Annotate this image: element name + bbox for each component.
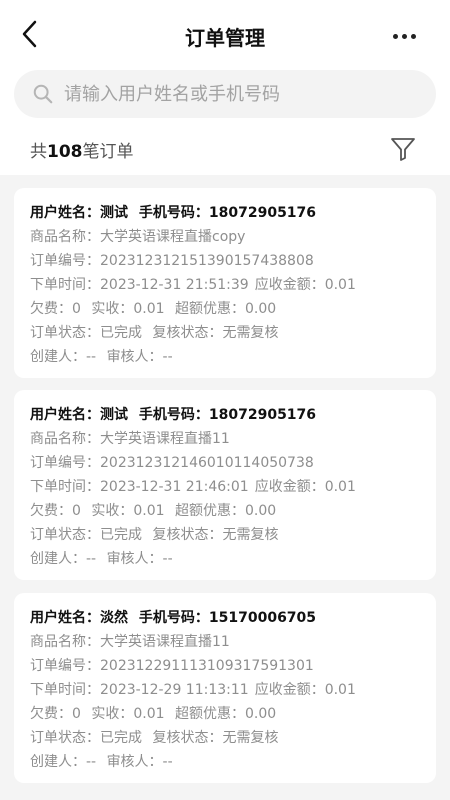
order-count: 108 (47, 142, 83, 162)
order-status: 订单状态：已完成 (30, 325, 142, 341)
received-amount: 实收：0.01 (91, 706, 165, 722)
summary-suffix: 笔订单 (82, 142, 134, 162)
payment-row: 欠费：0 实收：0.01 超额优惠：0.00 (30, 702, 420, 726)
order-number: 订单编号：20231231214601011405073​8 (30, 455, 314, 471)
reviewer: 审核人：-- (106, 754, 173, 770)
order-management-page: 订单管理 共108笔订单 用户姓名：测试 手机号码：18072905176 商品… (0, 0, 450, 800)
review-status: 复核状态：无需复核 (152, 730, 279, 746)
payment-row: 欠费：0 实收：0.01 超额优惠：0.00 (30, 297, 420, 321)
order-card[interactable]: 用户姓名：淡然 手机号码：15170006705 商品名称：大学英语课程直播11… (14, 593, 436, 783)
user-name: 用户姓名：测试 (30, 407, 128, 423)
order-card[interactable]: 用户姓名：测试 手机号码：18072905176 商品名称：大学英语课程直播co… (14, 188, 436, 378)
order-number: 订单编号：2023123121513901574388​08 (30, 253, 314, 269)
status-row: 订单状态：已完成 复核状态：无需复核 (30, 726, 420, 750)
phone-number: 手机号码：15170006705 (138, 610, 317, 626)
product-name: 商品名称：大学英语课程直播copy (30, 229, 246, 245)
more-options-button[interactable] (388, 20, 420, 52)
summary-prefix: 共 (30, 142, 47, 162)
order-time: 下单时间：2023-12-31 21:46:01 (30, 479, 249, 495)
creator: 创建人：-- (30, 349, 97, 365)
more-dot-icon (401, 33, 407, 39)
order-time: 下单时间：2023-12-31 21:51:39 (30, 277, 249, 293)
people-row: 创建人：-- 审核人：-- (30, 345, 420, 369)
user-name: 用户姓名：测试 (30, 205, 128, 221)
phone-number: 手机号码：18072905176 (138, 407, 317, 423)
owed-amount: 欠费：0 (30, 503, 81, 519)
order-time: 下单时间：2023-12-29 11:13:11 (30, 682, 249, 698)
reviewer: 审核人：-- (106, 349, 173, 365)
payment-row: 欠费：0 实收：0.01 超额优惠：0.00 (30, 499, 420, 523)
review-status: 复核状态：无需复核 (152, 527, 279, 543)
search-icon (33, 84, 53, 104)
received-amount: 实收：0.01 (91, 301, 165, 317)
received-amount: 实收：0.01 (91, 503, 165, 519)
status-row: 订单状态：已完成 复核状态：无需复核 (30, 523, 420, 547)
order-count-summary: 共108笔订单 (30, 137, 134, 162)
discount-amount: 超额优惠：0.00 (175, 706, 277, 722)
order-card[interactable]: 用户姓名：测试 手机号码：18072905176 商品名称：大学英语课程直播11… (14, 390, 436, 580)
owed-amount: 欠费：0 (30, 706, 81, 722)
creator: 创建人：-- (30, 551, 97, 567)
time-amount-row: 下单时间：2023-12-31 21:51:39 应收金额：0.01 (30, 273, 420, 297)
people-row: 创建人：-- 审核人：-- (30, 547, 420, 571)
people-row: 创建人：-- 审核人：-- (30, 750, 420, 774)
filter-icon (391, 138, 415, 161)
status-row: 订单状态：已完成 复核状态：无需复核 (30, 321, 420, 345)
more-dot-icon (392, 33, 398, 39)
card-header: 用户姓名：淡然 手机号码：15170006705 (30, 606, 420, 630)
product-name: 商品名称：大学英语课程直播11 (30, 634, 230, 650)
receivable-amount: 应收金额：0.01 (254, 682, 356, 698)
user-name: 用户姓名：淡然 (30, 610, 128, 626)
top-bar: 订单管理 (0, 0, 450, 70)
order-status: 订单状态：已完成 (30, 730, 142, 746)
card-header: 用户姓名：测试 手机号码：18072905176 (30, 201, 420, 225)
discount-amount: 超额优惠：0.00 (175, 503, 277, 519)
card-header: 用户姓名：测试 手机号码：18072905176 (30, 403, 420, 427)
owed-amount: 欠费：0 (30, 301, 81, 317)
time-amount-row: 下单时间：2023-12-31 21:46:01 应收金额：0.01 (30, 475, 420, 499)
discount-amount: 超额优惠：0.00 (175, 301, 277, 317)
creator: 创建人：-- (30, 754, 97, 770)
receivable-amount: 应收金额：0.01 (254, 277, 356, 293)
receivable-amount: 应收金额：0.01 (254, 479, 356, 495)
review-status: 复核状态：无需复核 (152, 325, 279, 341)
product-name: 商品名称：大学英语课程直播11 (30, 431, 230, 447)
search-input[interactable] (64, 83, 384, 105)
search-bar[interactable] (14, 70, 436, 118)
reviewer: 审核人：-- (106, 551, 173, 567)
time-amount-row: 下单时间：2023-12-29 11:13:11 应收金额：0.01 (30, 678, 420, 702)
filter-button[interactable] (390, 136, 416, 162)
order-list: 用户姓名：测试 手机号码：18072905176 商品名称：大学英语课程直播co… (0, 175, 450, 800)
more-dot-icon (410, 33, 416, 39)
order-status: 订单状态：已完成 (30, 527, 142, 543)
page-title: 订单管理 (185, 26, 265, 50)
order-number: 订单编号：20231229111310931759130​1 (30, 658, 314, 674)
phone-number: 手机号码：18072905176 (138, 205, 317, 221)
